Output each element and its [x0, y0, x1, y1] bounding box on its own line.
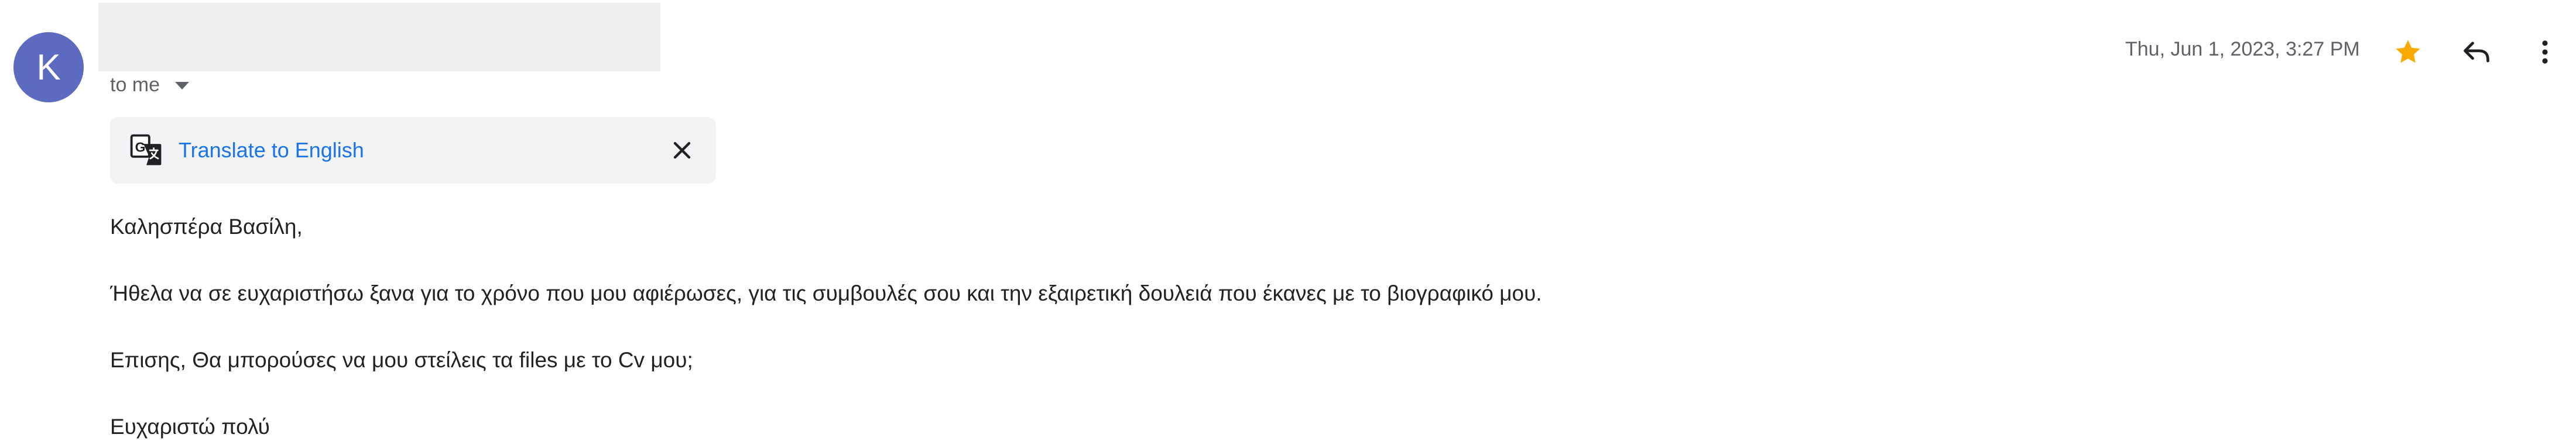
recipient-label: to me [110, 73, 160, 96]
reply-button[interactable] [2456, 32, 2497, 73]
recipient-details-toggle[interactable]: to me [110, 70, 190, 99]
body-paragraph: Ήθελα να σε ευχαριστήσω ξανα για το χρόν… [110, 281, 1542, 305]
translate-icon: G [130, 134, 162, 166]
star-button[interactable] [2387, 32, 2428, 73]
more-vert-icon [2542, 40, 2548, 64]
star-icon [2396, 40, 2420, 63]
translate-banner: G Translate to English [110, 117, 716, 184]
body-closing: Ευχαριστώ πολύ [110, 415, 270, 439]
avatar-letter: K [36, 47, 61, 88]
reply-icon [2464, 42, 2489, 63]
body-greeting: Καλησπέρα Βασίλη, [110, 215, 303, 239]
more-options-button[interactable] [2524, 32, 2565, 73]
svg-text:G: G [135, 139, 146, 154]
sender-name-redacted [98, 3, 660, 71]
translate-to-english-link[interactable]: Translate to English [179, 137, 364, 164]
avatar[interactable]: K [13, 32, 84, 102]
message-date: Thu, Jun 1, 2023, 3:27 PM [2125, 38, 2360, 60]
close-icon[interactable] [668, 136, 696, 164]
body-paragraph: Επισης, Θα μπορούσες να μου στείλεις τα … [110, 348, 693, 372]
chevron-down-icon [175, 81, 190, 89]
email-message-view: K to me G Translate to English Thu, Jun … [0, 0, 2576, 448]
